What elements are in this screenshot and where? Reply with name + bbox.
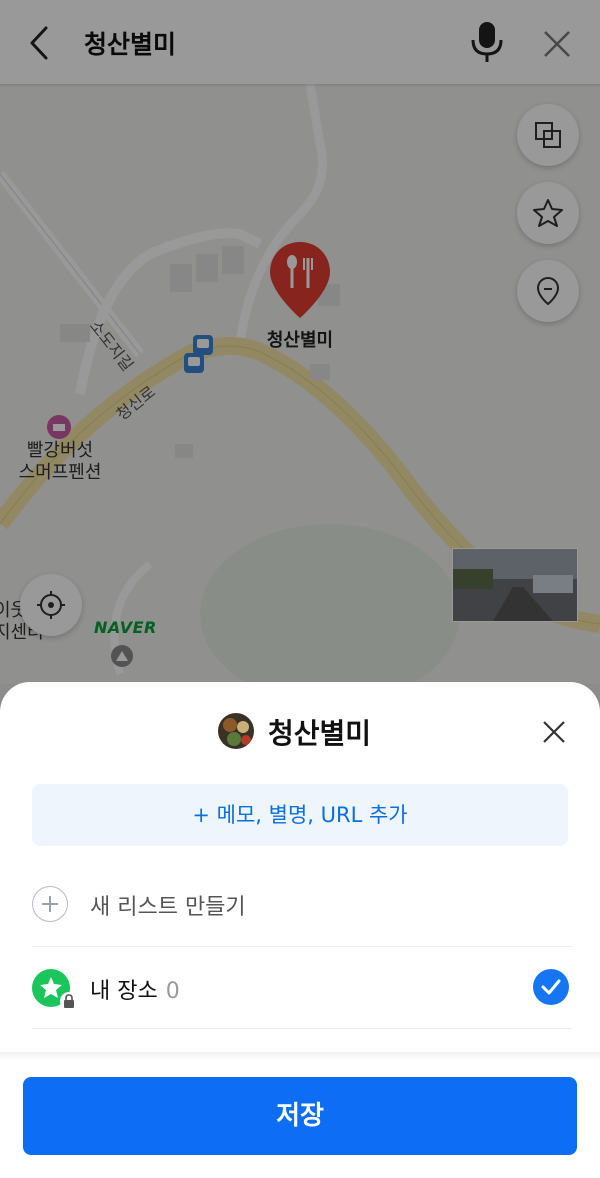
food-photo-image: [218, 713, 254, 749]
divider: [32, 946, 572, 947]
save-button[interactable]: 저장: [23, 1077, 577, 1155]
close-icon: [543, 721, 565, 743]
list-name: 내 장소: [90, 979, 158, 1004]
check-icon: [541, 979, 561, 995]
sheet-title: 청산별미: [268, 717, 372, 750]
place-thumbnail: [218, 713, 254, 749]
list-checkbox[interactable]: [533, 969, 569, 1005]
list-item-my-places[interactable]: 내 장소 0: [32, 964, 572, 1012]
close-sheet-button[interactable]: [540, 718, 568, 746]
plus-icon: [32, 886, 68, 922]
new-list-label: 새 리스트 만들기: [90, 895, 246, 920]
sheet-header: 청산별미: [0, 710, 600, 750]
footer-shadow: [0, 1052, 600, 1060]
divider: [32, 1028, 572, 1029]
save-place-sheet: 청산별미 + 메모, 별명, URL 추가 새 리스트 만들기 내 장소 0 저…: [0, 682, 600, 1178]
add-memo-button[interactable]: + 메모, 별명, URL 추가: [32, 784, 568, 846]
list-count: 0: [165, 979, 180, 1004]
new-list-button[interactable]: 새 리스트 만들기: [32, 882, 572, 928]
lock-icon: [60, 992, 78, 1010]
list-item-label: 내 장소 0: [90, 973, 180, 1005]
